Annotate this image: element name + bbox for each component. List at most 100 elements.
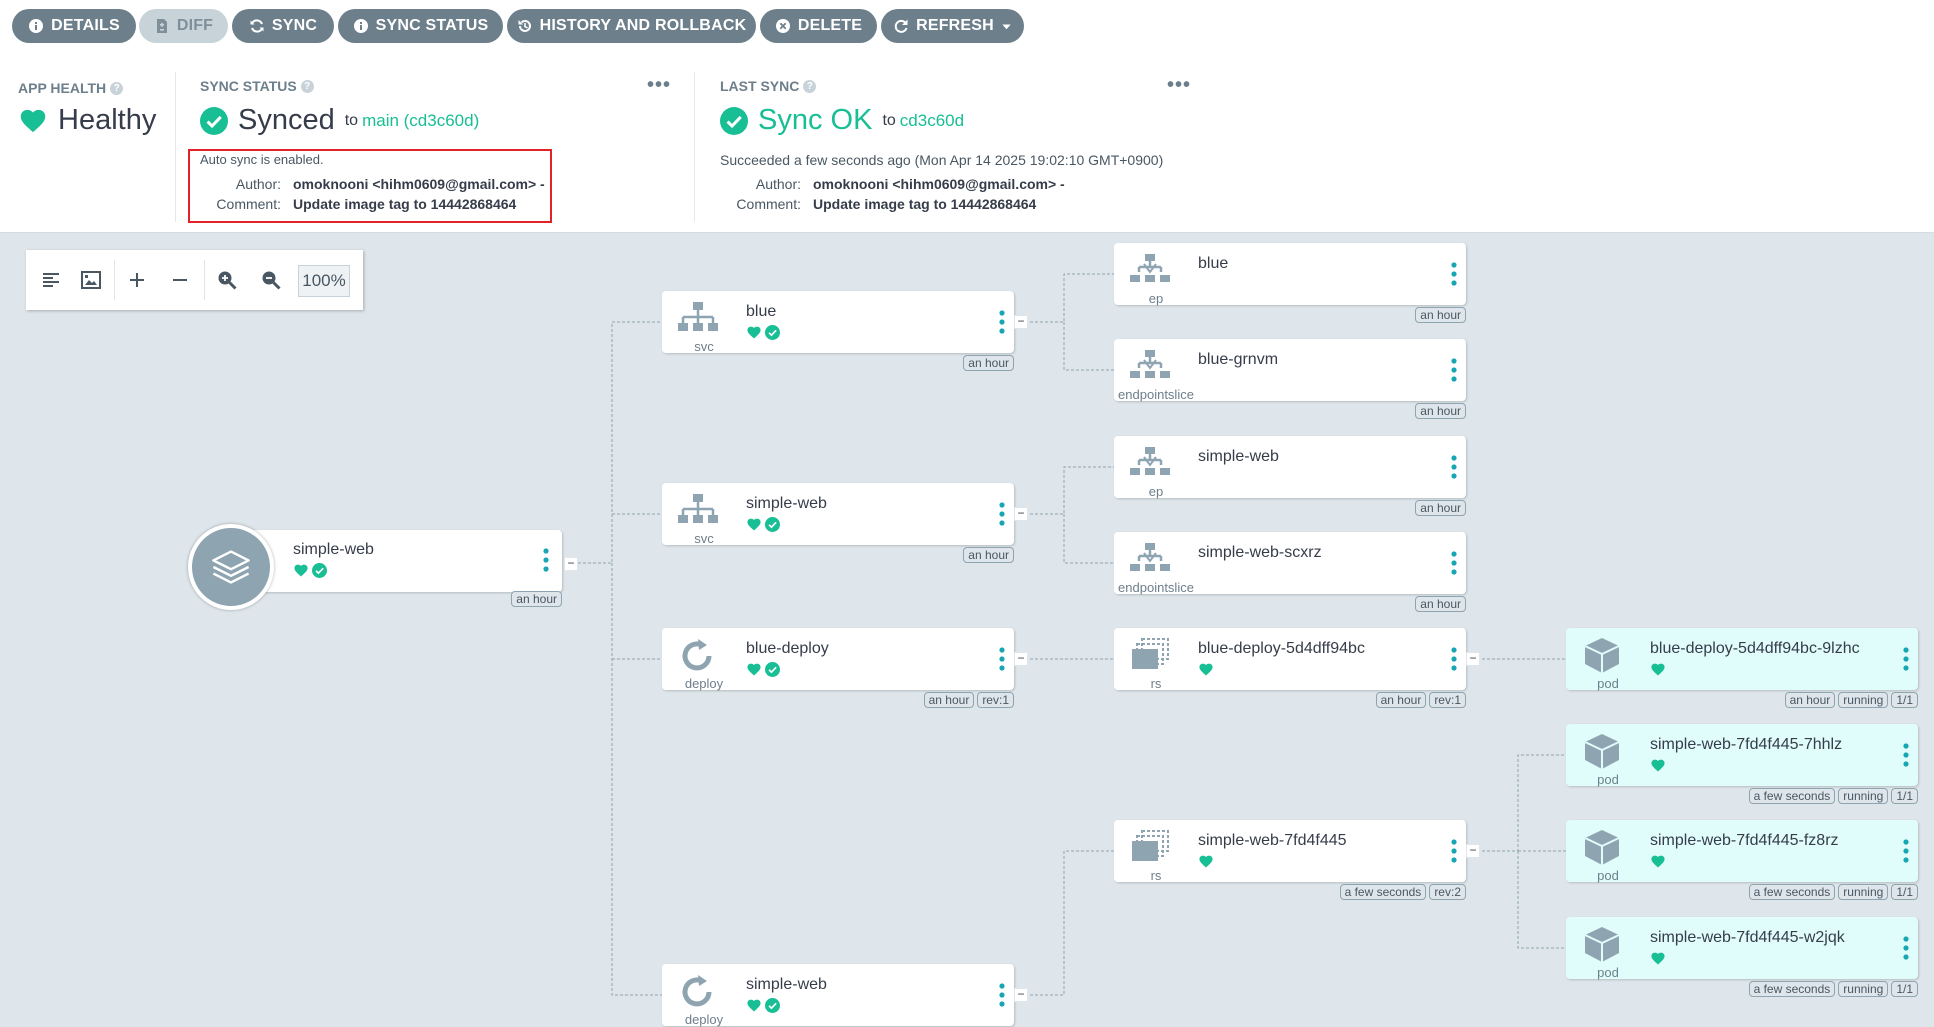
node-tag: running	[1838, 981, 1889, 997]
node-tags: a few seconds running 1/1	[1748, 884, 1918, 900]
heart-icon	[1199, 663, 1213, 676]
kebab-menu-icon[interactable]	[998, 308, 1006, 338]
node-tag: running	[1838, 884, 1889, 900]
node-tag: an hour	[963, 355, 1014, 371]
node-tag: rev:2	[1429, 884, 1466, 900]
resource-node-rs[interactable]: rs blue-deploy-5d4dff94bc − an hour rev:1	[1114, 628, 1480, 708]
node-status	[1650, 951, 1666, 966]
heart-icon	[747, 326, 761, 339]
node-name: simple-web-7fd4f445-w2jqk	[1650, 929, 1845, 946]
heart-icon	[747, 663, 761, 676]
kebab-menu-icon[interactable]	[1450, 645, 1458, 675]
node-tag: a few seconds	[1748, 788, 1836, 804]
node-name: blue	[1198, 255, 1229, 272]
resource-node-ep[interactable]: ep blue an hour	[1114, 243, 1466, 323]
deployment-icon	[682, 975, 712, 1007]
service-icon	[678, 494, 718, 523]
node-kind: svc	[694, 339, 714, 354]
node-name: simple-web-7fd4f445-7hhlz	[1650, 736, 1843, 753]
node-status	[746, 517, 780, 532]
node-tag: 1/1	[1891, 981, 1918, 997]
replicaset-icon	[1132, 830, 1169, 861]
node-tags: a few seconds running 1/1	[1748, 788, 1918, 804]
kebab-menu-icon[interactable]	[1450, 549, 1458, 579]
app-node-simple-web[interactable]: simple-web − an hour	[188, 524, 578, 610]
node-tag: 1/1	[1891, 884, 1918, 900]
node-name: simple-web	[746, 495, 827, 512]
resource-node-deploy[interactable]: deploy simple-web −	[662, 964, 1028, 1027]
node-status	[1650, 662, 1666, 677]
pod-icon	[1584, 638, 1620, 673]
heart-icon	[294, 564, 308, 577]
node-kind: deploy	[684, 1012, 724, 1027]
node-tags: an hour	[1415, 403, 1466, 419]
node-tags: an hour	[963, 547, 1014, 563]
node-kind: svc	[694, 531, 714, 546]
kebab-menu-icon[interactable]	[1450, 356, 1458, 386]
node-name: simple-web-7fd4f445-fz8rz	[1650, 832, 1839, 849]
collapse-toggle[interactable]: −	[564, 557, 578, 571]
kebab-menu-icon[interactable]	[1902, 837, 1910, 867]
collapse-toggle[interactable]: −	[1014, 988, 1028, 1002]
node-status	[1650, 758, 1666, 773]
app-node-tags: an hour	[511, 591, 562, 607]
resource-node-pod[interactable]: pod blue-deploy-5d4dff94bc-9lzhc an hour ru…	[1566, 628, 1918, 708]
node-name: blue	[746, 303, 777, 320]
app-node-status	[293, 563, 327, 578]
node-tags: an hour	[963, 355, 1014, 371]
resource-node-pod[interactable]: pod simple-web-7fd4f445-7hhlz a few second…	[1566, 724, 1918, 804]
resource-node-pod[interactable]: pod simple-web-7fd4f445-w2jqk a few second…	[1566, 917, 1918, 997]
node-status	[1198, 662, 1214, 677]
node-tags: an hour	[1415, 307, 1466, 323]
deployment-icon	[682, 639, 712, 671]
heart-icon	[747, 518, 761, 531]
node-tags: an hour rev:1	[1375, 692, 1466, 708]
layers-icon	[212, 550, 250, 584]
collapse-toggle[interactable]: −	[1014, 652, 1028, 666]
node-kind: pod	[1597, 868, 1619, 883]
resource-node-rs[interactable]: rs simple-web-7fd4f445 − a few seconds rev:2	[1114, 820, 1480, 900]
kebab-menu-icon[interactable]	[1902, 934, 1910, 964]
node-tag: running	[1838, 692, 1889, 708]
heart-icon	[1651, 759, 1665, 772]
kebab-menu-icon[interactable]	[1450, 837, 1458, 867]
resource-node-endpointslice[interactable]: endpointslice blue-grnvm an hour	[1114, 339, 1466, 419]
pod-icon	[1584, 830, 1620, 865]
heart-icon	[1651, 855, 1665, 868]
kebab-menu-icon[interactable]	[542, 546, 550, 576]
node-kind: pod	[1597, 676, 1619, 691]
app-node-circle	[188, 524, 274, 610]
kebab-menu-icon[interactable]	[998, 981, 1006, 1011]
kebab-menu-icon[interactable]	[1450, 260, 1458, 290]
node-kind: deploy	[684, 676, 724, 691]
node-tag: an hour	[963, 547, 1014, 563]
app-node-card	[244, 530, 562, 592]
endpoints-icon	[1130, 254, 1170, 282]
kebab-menu-icon[interactable]	[1902, 741, 1910, 771]
pod-icon	[1584, 927, 1620, 962]
node-kind: endpointslice	[1118, 387, 1194, 402]
node-tags: a few seconds running 1/1	[1748, 981, 1918, 997]
resource-node-endpointslice[interactable]: endpointslice simple-web-scxrz an hour	[1114, 532, 1466, 612]
resource-node-deploy[interactable]: deploy blue-deploy − an hour rev:1	[662, 628, 1028, 708]
collapse-toggle[interactable]: −	[1466, 652, 1480, 666]
resource-node-svc[interactable]: svc blue − an hour	[662, 291, 1028, 371]
check-circle-icon	[765, 517, 780, 532]
node-tag: running	[1838, 788, 1889, 804]
kebab-menu-icon[interactable]	[998, 645, 1006, 675]
kebab-menu-icon[interactable]	[998, 500, 1006, 530]
kebab-menu-icon[interactable]	[1902, 645, 1910, 675]
node-kind: pod	[1597, 965, 1619, 980]
collapse-toggle[interactable]: −	[1014, 507, 1028, 521]
node-status	[1650, 854, 1666, 869]
kebab-menu-icon[interactable]	[1450, 453, 1458, 483]
node-tags: an hour running 1/1	[1784, 692, 1918, 708]
node-kind: ep	[1148, 291, 1164, 306]
node-tag: rev:1	[977, 692, 1014, 708]
resource-node-pod[interactable]: pod simple-web-7fd4f445-fz8rz a few second…	[1566, 820, 1918, 900]
resource-node-ep[interactable]: ep simple-web an hour	[1114, 436, 1466, 516]
collapse-toggle[interactable]: −	[1014, 315, 1028, 329]
resource-node-svc[interactable]: svc simple-web − an hour	[662, 483, 1028, 563]
collapse-toggle[interactable]: −	[1466, 844, 1480, 858]
service-icon	[678, 302, 718, 331]
